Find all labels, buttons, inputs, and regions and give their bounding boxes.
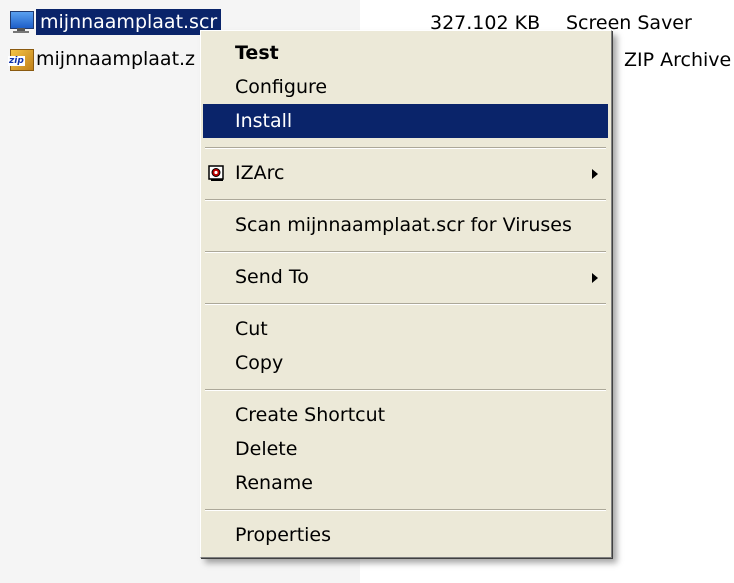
menu-separator	[205, 509, 606, 511]
file-name[interactable]: mijnnaamplaat.scr	[36, 9, 222, 35]
menu-separator	[205, 303, 606, 305]
file-type: ZIP Archive	[624, 49, 732, 71]
menu-item-send-to[interactable]: Send To	[203, 260, 608, 294]
context-menu: Test Configure Install IZArc Scan mijnna…	[200, 30, 612, 558]
menu-item-configure[interactable]: Configure	[203, 70, 608, 104]
menu-item-test[interactable]: Test	[203, 36, 608, 70]
menu-item-izarc[interactable]: IZArc	[203, 156, 608, 190]
menu-item-label: Copy	[235, 352, 284, 374]
menu-item-label: Cut	[235, 318, 268, 340]
menu-item-label: Properties	[235, 524, 332, 546]
menu-item-label: Create Shortcut	[235, 404, 386, 426]
file-row-zip[interactable]: zip mijnnaamplaat.z	[0, 45, 199, 73]
monitor-icon	[8, 9, 36, 35]
menu-item-label: Scan mijnnaamplaat.scr for Viruses	[235, 214, 572, 236]
menu-separator	[205, 147, 606, 149]
menu-item-label: Rename	[235, 472, 313, 494]
menu-item-create-shortcut[interactable]: Create Shortcut	[203, 398, 608, 432]
menu-item-label: Test	[235, 42, 279, 64]
menu-item-copy[interactable]: Copy	[203, 346, 608, 380]
file-row-scr[interactable]: mijnnaamplaat.scr	[0, 8, 222, 36]
menu-item-cut[interactable]: Cut	[203, 312, 608, 346]
submenu-arrow-icon	[592, 169, 598, 179]
menu-item-delete[interactable]: Delete	[203, 432, 608, 466]
menu-item-label: Send To	[235, 266, 309, 288]
submenu-arrow-icon	[592, 273, 598, 283]
menu-item-label: IZArc	[235, 162, 285, 184]
menu-item-install[interactable]: Install	[203, 104, 608, 138]
izarc-icon	[208, 165, 224, 181]
menu-separator	[205, 251, 606, 253]
menu-item-scan-viruses[interactable]: Scan mijnnaamplaat.scr for Viruses	[203, 208, 608, 242]
menu-separator	[205, 199, 606, 201]
menu-item-label: Delete	[235, 438, 298, 460]
menu-item-label: Install	[235, 110, 293, 132]
menu-item-properties[interactable]: Properties	[203, 518, 608, 552]
menu-separator	[205, 389, 606, 391]
file-name[interactable]: mijnnaamplaat.z	[36, 46, 199, 72]
menu-item-label: Configure	[235, 76, 328, 98]
zip-icon: zip	[8, 46, 36, 72]
menu-item-rename[interactable]: Rename	[203, 466, 608, 500]
